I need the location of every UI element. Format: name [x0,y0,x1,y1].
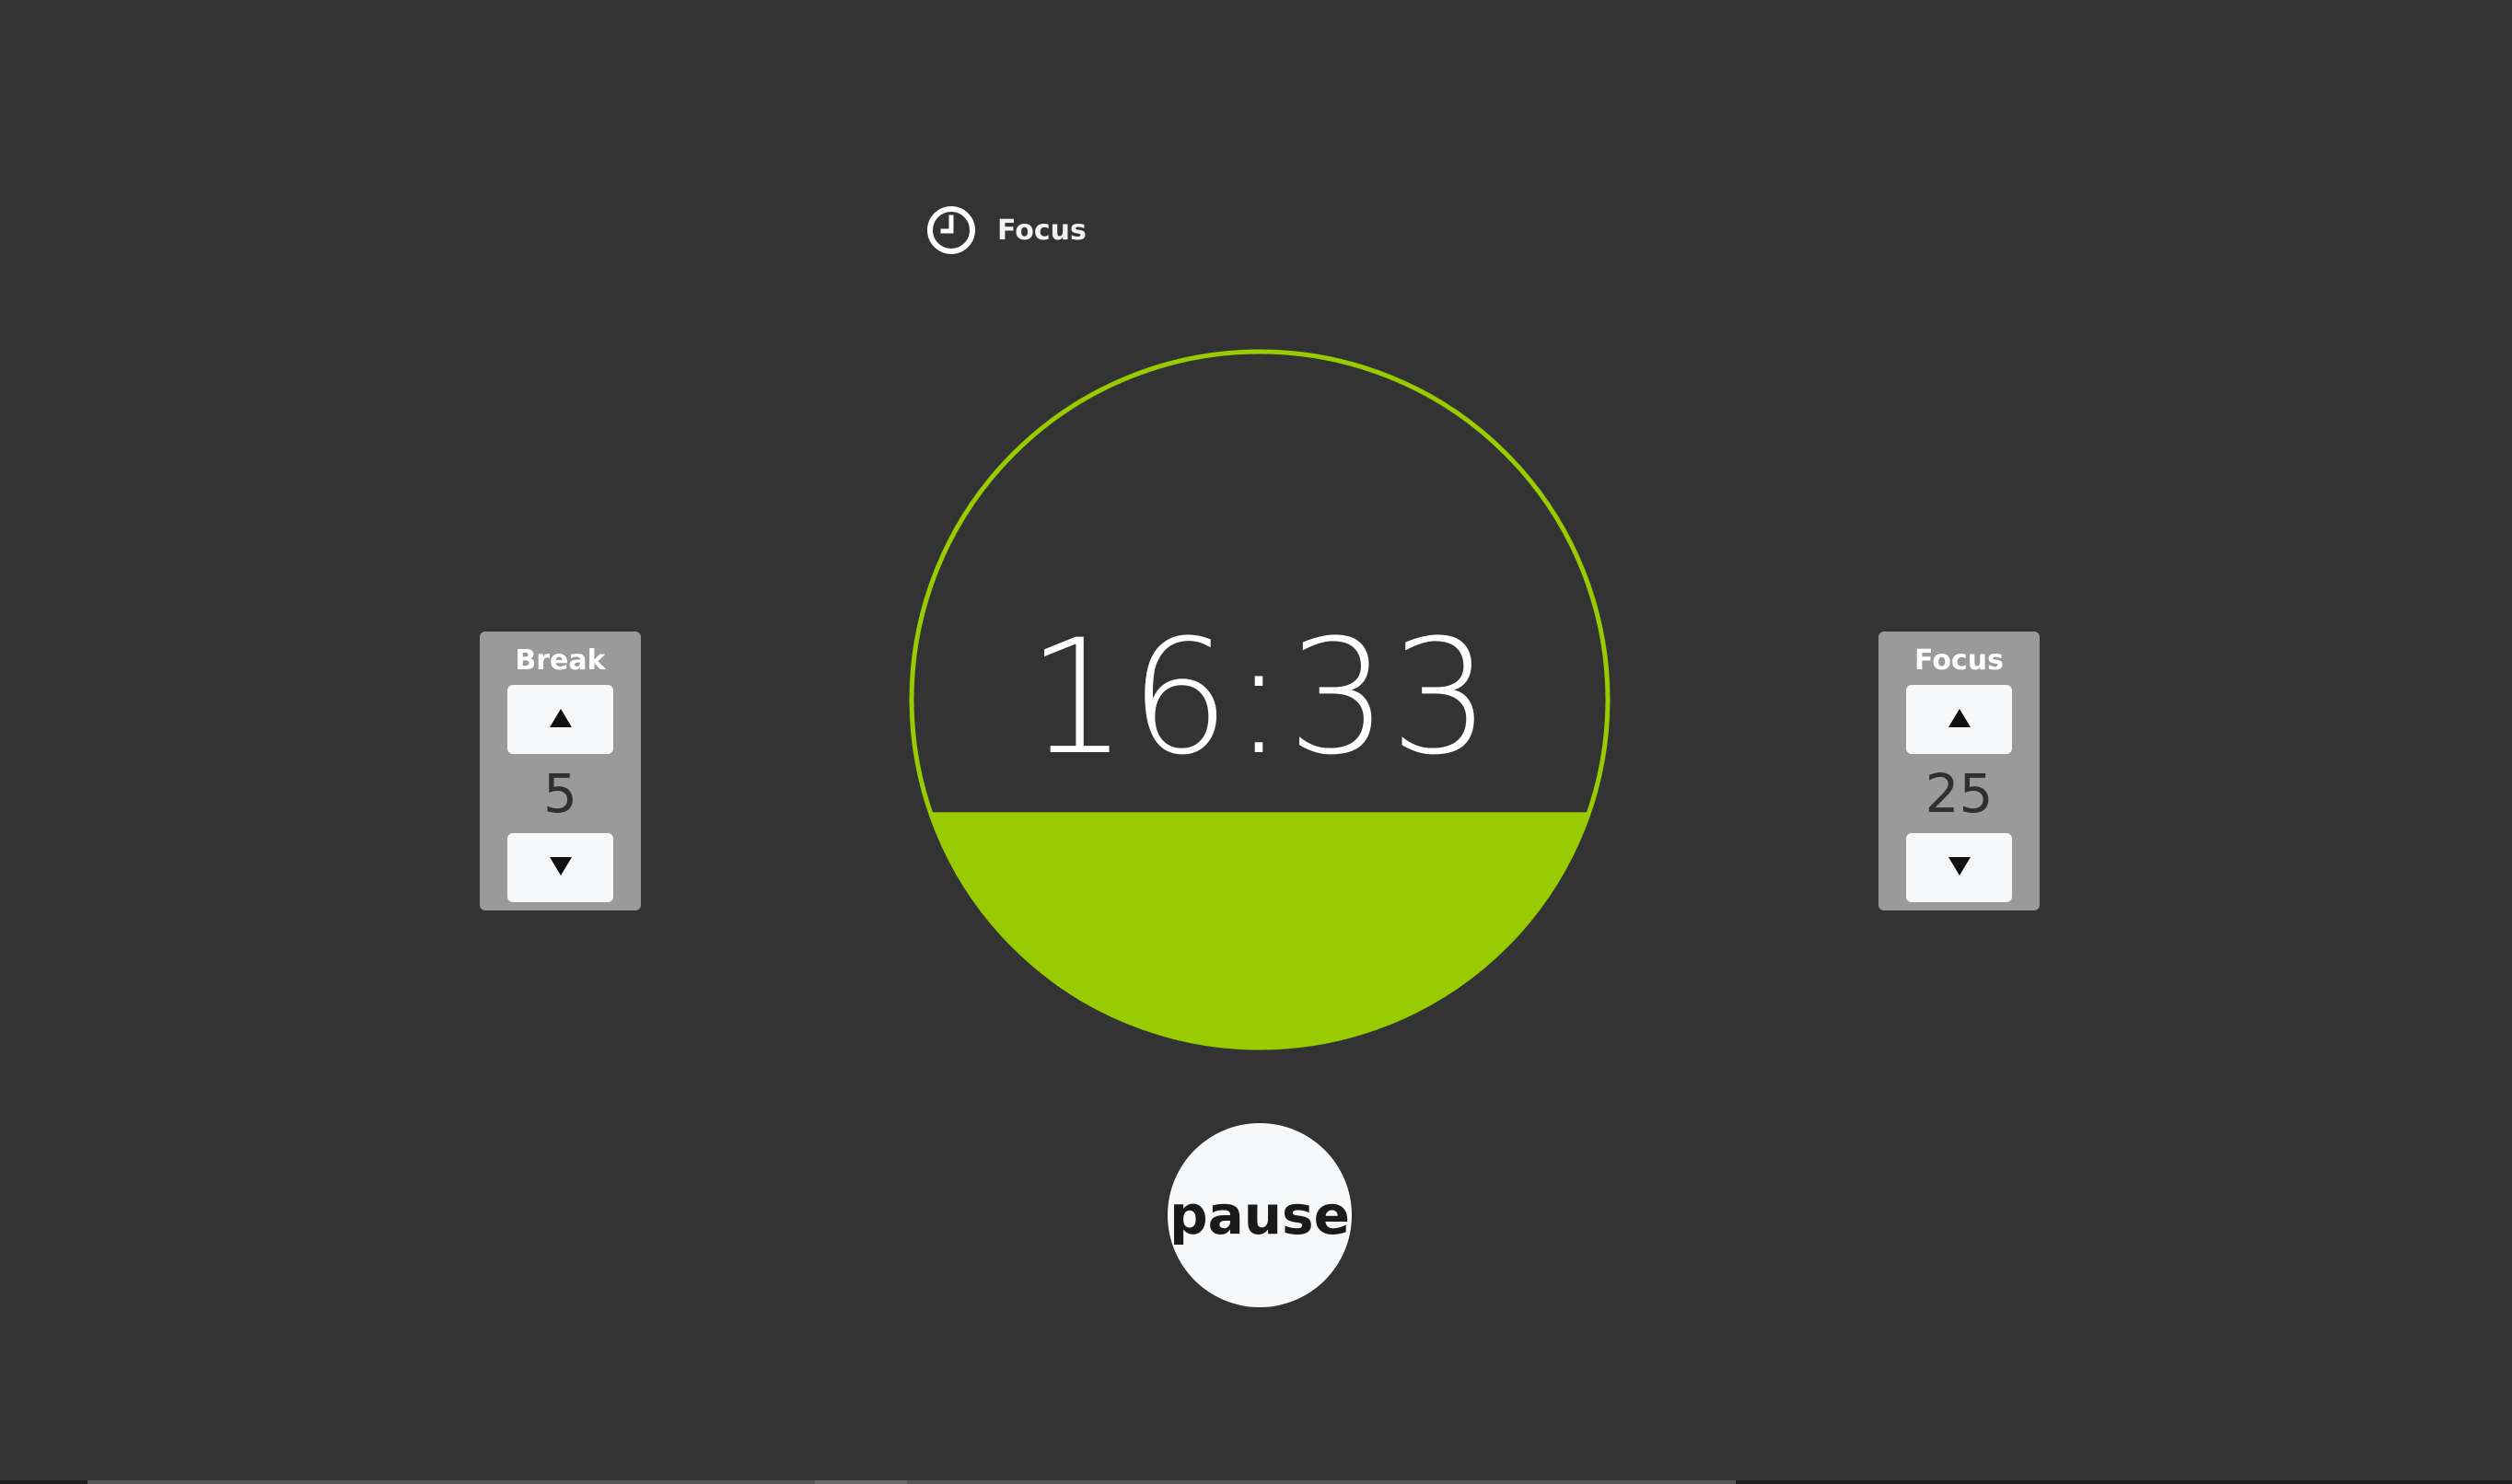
bottom-edge-segment [87,1480,1736,1484]
bottom-edge-segment [815,1480,907,1484]
focus-increase-button[interactable] [1906,685,2012,754]
time-remaining: 16:33 [1027,605,1493,790]
bottom-edge-bar [0,1480,2512,1484]
timer-dial: 16:33 [908,348,1611,1051]
break-decrease-button[interactable] [507,833,613,902]
break-increase-button[interactable] [507,685,613,754]
triangle-down-icon [549,856,573,880]
triangle-up-icon [549,708,573,732]
focus-decrease-button[interactable] [1906,833,2012,902]
clock-icon [925,204,977,256]
focus-length-value: 25 [1925,762,1994,825]
focus-stepper-label: Focus [1914,644,2004,677]
mode-label: Focus [997,214,1087,247]
timer-progress-fill [912,812,1608,1048]
triangle-down-icon [1948,856,1971,880]
focus-stepper: Focus 25 [1878,632,2040,910]
mode-indicator: Focus [925,203,1087,258]
break-length-value: 5 [543,762,577,825]
pause-button[interactable]: pause [1168,1123,1352,1307]
triangle-up-icon [1948,708,1971,732]
break-stepper: Break 5 [480,632,641,910]
break-stepper-label: Break [515,644,606,677]
